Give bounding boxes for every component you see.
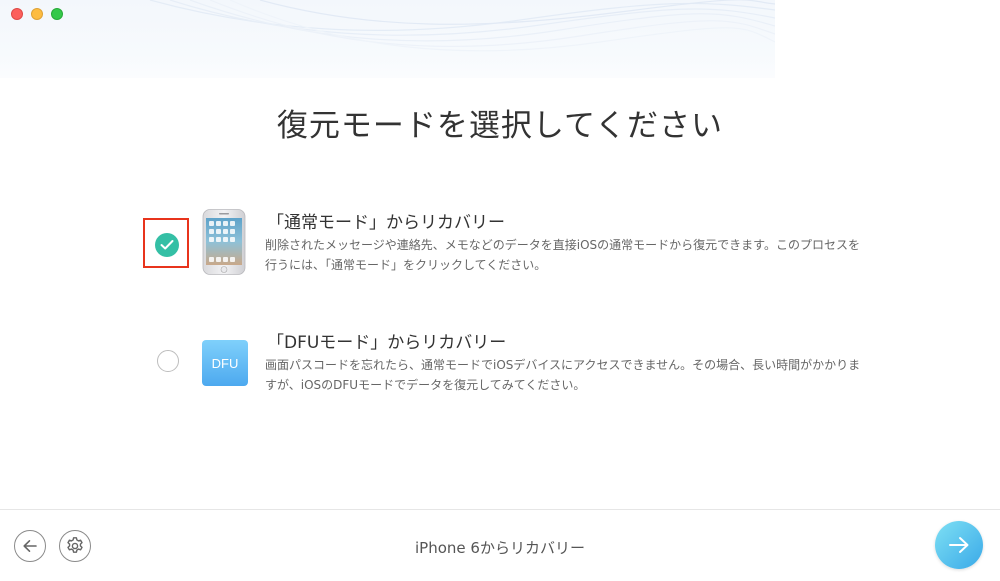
radio-unchecked-icon[interactable] [157, 350, 179, 372]
iphone-icon [200, 209, 248, 275]
radio-normal-mode-highlight[interactable] [143, 218, 189, 268]
page-title: 復元モードを選択してください [276, 108, 724, 144]
close-window-button[interactable] [11, 8, 23, 20]
zoom-window-button[interactable] [51, 8, 63, 20]
next-button[interactable] [935, 521, 983, 569]
arrow-right-icon [949, 537, 969, 553]
option-normal-mode-description: 削除されたメッセージや連絡先、メモなどのデータを直接iOSの通常モードから復元で… [265, 238, 860, 272]
footer-divider [0, 509, 1000, 510]
window-controls [11, 8, 63, 20]
option-dfu-mode-description: 画面パスコードを忘れたら、通常モードでiOSデバイスにアクセスできません。その場… [265, 358, 861, 392]
app-window: 復元モードを選択してください 「通常モード」からリカバリー 削除されたメッセージ… [0, 0, 1000, 581]
minimize-window-button[interactable] [31, 8, 43, 20]
header-decoration [0, 0, 775, 78]
radio-checked-icon[interactable] [155, 233, 179, 257]
option-dfu-mode-title: 「DFUモード」からリカバリー [267, 333, 507, 353]
device-recovery-label: iPhone 6からリカバリー [415, 539, 585, 557]
option-normal-mode-title: 「通常モード」からリカバリー [267, 213, 505, 233]
radio-dfu-mode-wrap[interactable] [143, 338, 189, 388]
dfu-icon: DFU [202, 340, 248, 386]
